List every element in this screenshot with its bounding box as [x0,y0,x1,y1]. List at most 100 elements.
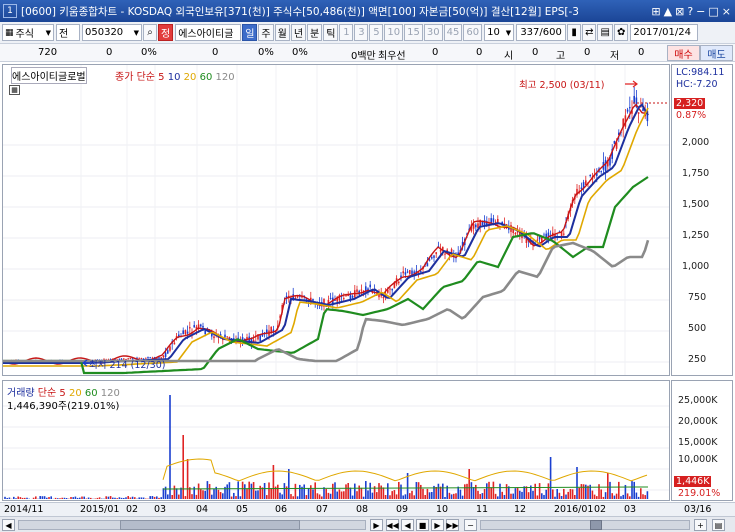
scroll-right-button[interactable]: ▶ [370,519,383,531]
candle-body [629,107,631,109]
scope-select[interactable]: 전 [56,24,80,41]
volume-bar [312,489,314,499]
scroll-left-button[interactable]: ◀ [2,519,15,531]
volume-bar [545,489,547,499]
help-icon[interactable]: ? [687,5,693,18]
minute-30[interactable]: 30 [423,24,443,41]
step-back-icon: ◀ [404,520,411,530]
stop-button[interactable]: ■ [416,519,429,531]
price-chart[interactable] [3,65,669,375]
minute-60[interactable]: 60 [463,24,483,41]
volume-bar [437,483,440,499]
volume-bar [611,493,613,499]
zoom-icon: ⇄ [585,27,594,38]
volume-bar [8,497,11,499]
volume-bar [642,494,644,499]
zoom-button[interactable]: ⇄ [582,24,597,41]
stock-name-field[interactable]: 에스아이티글 [175,24,242,41]
minute-1[interactable]: 1 [339,24,354,41]
date-tick: 2014/11 [4,504,44,515]
minute-3[interactable]: 3 [354,24,369,41]
range-field[interactable]: 337/600 [516,24,567,41]
period-month[interactable]: 월 [274,24,290,41]
save-button[interactable]: ▤ [597,24,613,41]
volume-bar [270,488,272,499]
play-last-button[interactable]: ▶▶ [446,519,459,531]
minute-10[interactable]: 10 [384,24,404,41]
table-icon[interactable]: ▦ [9,85,20,95]
volume-bar [114,497,116,499]
y-tick: 1,000 [682,261,710,272]
volume-panel[interactable]: 거래량 단순 5 20 60 120 1,446,390주(219.01%) [2,380,670,501]
volume-bar [349,487,352,499]
volume-bar [6,497,8,499]
date-field[interactable]: 2017/01/24 [630,24,699,41]
volume-bar [112,497,114,499]
volume-bar [470,482,473,499]
pin-icon[interactable]: ▲ [664,5,672,18]
close-icon[interactable]: × [722,5,731,18]
period-day[interactable]: 일 [242,24,258,41]
zoom-in-button[interactable]: + [694,519,707,531]
low-price-label: 최저 214 (12/30) [89,360,166,371]
play-button[interactable]: ▶ [431,519,444,531]
y-tick: 1,750 [682,168,710,179]
volume-bar [316,493,319,499]
scroll-thumb[interactable] [120,520,300,530]
volume-bar [252,482,255,499]
sell-button[interactable]: 매도 [700,45,733,61]
chart-scrollbar[interactable]: ◀ ▶ ◀◀ ◀ ■ ▶ ▶▶ − + ▤ [0,516,735,532]
volume-bar [35,496,37,499]
play-first-button[interactable]: ◀◀ [386,519,399,531]
chart-type-button[interactable]: ▮ [567,24,582,41]
volume-bar [70,497,72,499]
volume-bar [503,494,506,499]
maximize-icon[interactable]: □ [708,5,718,18]
period-tick[interactable]: 틱 [323,24,339,41]
zoom-thumb[interactable] [590,520,602,530]
volume-bar [637,496,640,499]
period-minute[interactable]: 분 [307,24,323,41]
zoom-out-button[interactable]: − [464,519,477,531]
date-tick: 02 [126,504,139,515]
volume-bar [169,395,171,499]
minute-5[interactable]: 5 [369,24,384,41]
settings-button[interactable]: ✿ [613,24,629,41]
volume-bar [230,496,233,499]
lock-icon[interactable]: ⊞ [651,5,660,18]
volume-bar [74,496,77,499]
search-button[interactable]: ⌕ [143,24,157,41]
y-tick: 1,500 [682,199,710,210]
code-input[interactable]: 050320 ▼ [82,24,142,41]
vol-tick: 25,000K [678,395,718,406]
candle-body [433,255,435,258]
minimize-icon[interactable]: − [696,5,705,18]
volume-bar [345,484,347,499]
minus-icon: − [467,520,474,530]
zoom-track[interactable] [480,520,690,530]
market-select[interactable]: ▦ 주식 ▼ [2,24,54,41]
price-panel[interactable]: 에스아이티글로벌 종가 단순 5 10 20 60 120 ▦ 최고 2,500… [2,64,670,376]
candle-body [637,112,640,114]
period-week[interactable]: 주 [258,24,274,41]
title-bar: 1 [0600] 키움종합차트 - KOSDAQ 외국인보유[371(천)] 주… [0,0,735,22]
volume-bar [428,492,431,499]
period-year[interactable]: 년 [290,24,307,41]
quote-change: 0 [106,47,113,58]
ma120-line [3,239,650,363]
volume-bar [310,485,312,499]
print-icon[interactable]: ⊠ [675,5,684,18]
minute-15[interactable]: 15 [404,24,423,41]
skip-forward-icon: ▶▶ [446,520,459,530]
volume-bar [457,486,459,499]
count-select[interactable]: 10 ▼ [484,24,515,41]
candle-body [444,253,446,255]
fit-button[interactable]: ▤ [712,519,725,531]
volume-bar [142,497,145,499]
volume-bar [442,483,444,499]
scope-label: 전 [59,29,69,40]
minute-45[interactable]: 45 [443,24,463,41]
volume-bar [609,481,611,499]
play-back-button[interactable]: ◀ [401,519,414,531]
buy-button[interactable]: 매수 [667,45,700,61]
